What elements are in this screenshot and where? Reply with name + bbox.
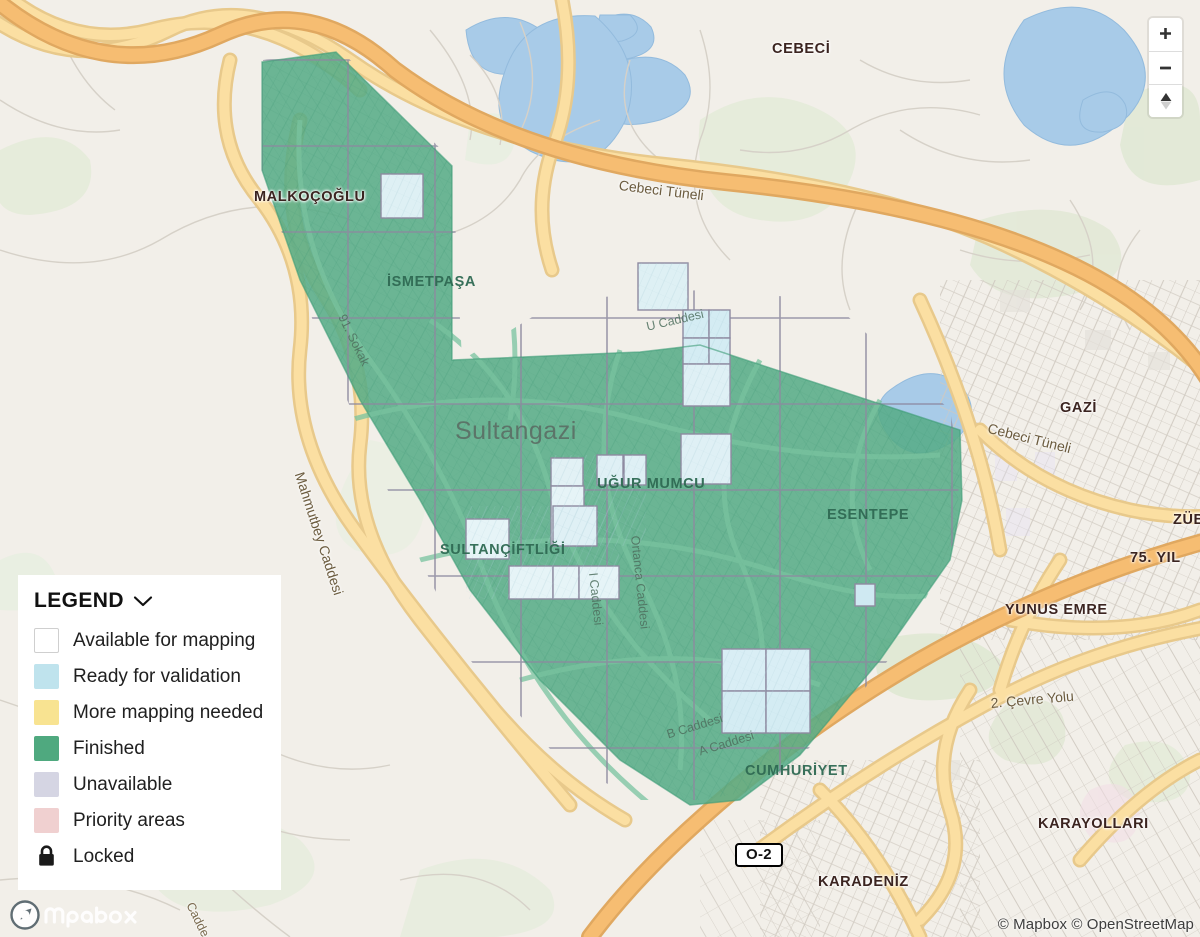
map-application: CEBECİ GAZİ ZÜB 75. YIL YUNUS EMRE KARAYOLLAR…: [0, 0, 1200, 937]
map-nav-controls[interactable]: [1149, 18, 1182, 117]
compass-button[interactable]: [1149, 84, 1182, 117]
compass-icon: [1160, 93, 1171, 110]
legend-swatch: [34, 699, 59, 725]
legend-item[interactable]: Priority areas: [34, 802, 265, 838]
legend-item[interactable]: Locked: [34, 838, 265, 874]
legend-swatch: [34, 627, 59, 653]
legend-item[interactable]: Unavailable: [34, 766, 265, 802]
road-shield: O-2: [735, 843, 783, 867]
legend-swatch: [34, 771, 59, 797]
legend-items: Available for mapping Ready for validatio…: [34, 622, 265, 874]
legend-item-label: Locked: [73, 845, 135, 867]
chevron-down-icon[interactable]: [133, 595, 153, 608]
legend-item[interactable]: Finished: [34, 730, 265, 766]
lock-icon: [34, 845, 59, 867]
legend-item-label: Ready for validation: [73, 665, 241, 687]
mapbox-wordmark-icon: [10, 900, 137, 930]
legend-panel[interactable]: LEGEND Available for mapping Ready for va…: [18, 575, 281, 890]
legend-item-label: Available for mapping: [73, 629, 256, 651]
legend-swatch: [34, 735, 59, 761]
legend-header[interactable]: LEGEND: [34, 589, 265, 613]
legend-item[interactable]: More mapping needed: [34, 694, 265, 730]
minus-icon: [1160, 66, 1171, 69]
plus-icon: [1160, 28, 1171, 39]
legend-item[interactable]: Ready for validation: [34, 658, 265, 694]
mapbox-logo[interactable]: [10, 899, 145, 931]
legend-title: LEGEND: [34, 589, 124, 612]
legend-swatch: [34, 663, 59, 689]
map-attribution[interactable]: © Mapbox © OpenStreetMap: [998, 916, 1194, 933]
legend-item[interactable]: Available for mapping: [34, 622, 265, 658]
legend-item-label: More mapping needed: [73, 701, 264, 723]
legend-item-label: Finished: [73, 737, 145, 759]
legend-swatch: [34, 807, 59, 833]
legend-item-label: Priority areas: [73, 809, 185, 831]
zoom-out-button[interactable]: [1149, 51, 1182, 84]
zoom-in-button[interactable]: [1149, 18, 1182, 51]
legend-item-label: Unavailable: [73, 773, 173, 795]
